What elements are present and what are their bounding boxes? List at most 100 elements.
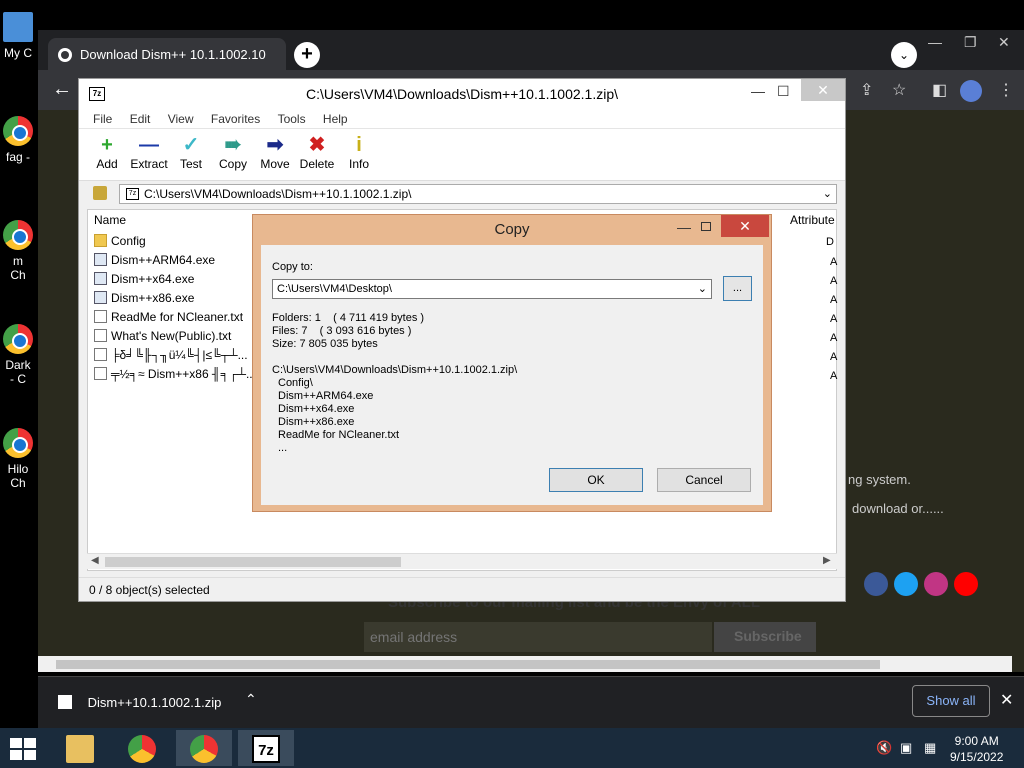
menu-view[interactable]: View (168, 109, 194, 126)
move-icon: ➡ (266, 134, 284, 156)
desktop-icon-chrome-4[interactable]: Hilo Ch (0, 428, 36, 490)
maximize-icon[interactable]: ☐ (777, 83, 790, 100)
test-button[interactable]: ✓ Test (177, 133, 205, 171)
cancel-button[interactable]: Cancel (657, 468, 751, 492)
scroll-right-icon[interactable]: ▶ (823, 555, 831, 566)
copy-button[interactable]: ➠ Copy (217, 133, 249, 171)
more-menu-icon[interactable]: ⋮ (998, 80, 1014, 100)
add-button[interactable]: + Add (93, 133, 121, 171)
desktop-icon-label: My C (4, 46, 32, 60)
close-icon[interactable]: ✕ (1000, 690, 1013, 710)
address-text: C:\Users\VM4\Downloads\Dism++10.1.1002.1… (144, 187, 412, 201)
desktop-icon-my-computer[interactable]: My C (0, 12, 36, 60)
title-bar: 7z C:\Users\VM4\Downloads\Dism++10.1.100… (79, 79, 845, 109)
exe-file-icon (94, 272, 107, 285)
scrollbar-thumb[interactable] (105, 557, 401, 567)
address-field[interactable]: 7z C:\Users\VM4\Downloads\Dism++10.1.100… (119, 184, 837, 204)
scroll-left-icon[interactable]: ◀ (91, 555, 99, 566)
minimize-icon[interactable]: — (677, 219, 691, 235)
file-row[interactable]: What's New(Public).txt (94, 329, 231, 348)
twitter-icon[interactable] (894, 572, 918, 596)
horizontal-scrollbar[interactable] (38, 656, 1012, 672)
close-button[interactable]: ✕ (801, 79, 845, 101)
browse-button[interactable]: ... (723, 276, 752, 301)
volume-icon[interactable]: ▦ (924, 740, 936, 756)
folder-up-icon[interactable] (93, 186, 107, 200)
browser-tab[interactable]: Download Dism++ 10.1.1002.10 (48, 38, 286, 72)
desktop-icon-label: Dark - C (5, 358, 31, 386)
menu-file[interactable]: File (93, 109, 112, 126)
attribute-cell: A (830, 370, 838, 382)
back-arrow-icon[interactable]: ← (52, 78, 72, 101)
network-icon[interactable]: 🔇 (876, 740, 892, 756)
delete-icon: ✖ (308, 134, 326, 156)
file-row[interactable]: ╤½╕≈ Dism++x86 ╢╕┌┴... (94, 367, 256, 386)
move-button[interactable]: ➡ Move (259, 133, 291, 171)
taskbar-file-explorer[interactable] (52, 730, 108, 766)
extract-button[interactable]: — Extract (129, 133, 169, 171)
maximize-icon[interactable] (701, 222, 711, 231)
column-header-attributes[interactable]: Attribute (784, 210, 838, 230)
scrollbar-thumb[interactable] (56, 660, 880, 669)
chevron-down-icon[interactable]: ⌄ (823, 187, 832, 200)
taskbar-7zip[interactable]: 7z (238, 730, 294, 766)
taskbar-chrome-active[interactable] (176, 730, 232, 766)
desktop-icon-chrome-3[interactable]: Dark - C (0, 324, 36, 386)
share-icon[interactable]: ⇪ (860, 80, 873, 100)
file-row[interactable]: ReadMe for NCleaner.txt (94, 310, 243, 329)
delete-button[interactable]: ✖ Delete (299, 133, 335, 171)
menu-favorites[interactable]: Favorites (211, 109, 260, 126)
folders-info: Folders: 1 ( 4 711 419 bytes ) (272, 312, 425, 324)
copy-to-value: C:\Users\VM4\Desktop\ (277, 283, 392, 295)
system-clock[interactable]: 9:00 AM 9/15/2022 (950, 733, 1003, 765)
file-row[interactable]: Dism++x64.exe (94, 272, 194, 291)
file-row[interactable]: Dism++ARM64.exe (94, 253, 215, 272)
show-all-button[interactable]: Show all (912, 685, 990, 717)
button-label: Info (348, 157, 369, 171)
desktop-icon-chrome-1[interactable]: fag - (0, 116, 36, 164)
vertical-scrollbar[interactable] (1012, 110, 1024, 672)
info-button[interactable]: i Info (347, 133, 371, 171)
facebook-icon[interactable] (864, 572, 888, 596)
bookmark-star-icon[interactable]: ☆ (892, 80, 906, 100)
windows-start-icon[interactable] (10, 738, 36, 760)
youtube-icon[interactable] (954, 572, 978, 596)
network-status-icon[interactable]: ▣ (900, 740, 912, 756)
email-input[interactable] (364, 622, 712, 652)
copy-to-combobox[interactable]: C:\Users\VM4\Desktop\ ⌄ (272, 279, 712, 299)
chevron-down-icon: ⌄ (898, 48, 910, 62)
menu-edit[interactable]: Edit (130, 109, 151, 126)
maximize-icon[interactable]: ❐ (964, 34, 977, 51)
desktop-icon-chrome-2[interactable]: m Ch (0, 220, 36, 282)
new-tab-button[interactable]: + (294, 42, 320, 68)
downloads-bar: Dism++10.1.1002.1.zip ⌃ Show all ✕ (38, 676, 1024, 728)
ok-button[interactable]: OK (549, 468, 643, 492)
copy-icon: ➠ (224, 134, 242, 156)
menu-tools[interactable]: Tools (278, 109, 306, 126)
source-item: Dism++ARM64.exe (278, 390, 374, 402)
minimize-icon[interactable]: — (751, 83, 765, 99)
profile-avatar-icon[interactable] (960, 80, 982, 102)
side-panel-icon[interactable]: ◧ (932, 80, 947, 100)
file-row[interactable]: ╞δ╛╚╟┐╖ü¼╚┤|≤╚┬┴... (94, 348, 248, 367)
taskbar-chrome[interactable] (114, 730, 170, 766)
subscribe-button[interactable]: Subscribe (714, 622, 816, 652)
chevron-up-icon[interactable]: ⌃ (245, 691, 257, 708)
horizontal-scrollbar[interactable]: ◀ ▶ (87, 553, 837, 569)
chevron-down-icon[interactable]: ⌄ (698, 282, 707, 295)
tab-search-button[interactable]: ⌄ (891, 42, 917, 68)
chrome-icon (128, 735, 156, 763)
attribute-cell: A (830, 313, 838, 325)
attribute-cell: A (830, 332, 838, 344)
text-file-icon (94, 329, 107, 342)
download-item[interactable]: Dism++10.1.1002.1.zip (58, 695, 221, 710)
exe-file-icon (94, 291, 107, 304)
file-row[interactable]: Config (94, 234, 146, 253)
computer-icon (3, 12, 33, 42)
minimize-icon[interactable]: — (928, 34, 942, 50)
dialog-close-button[interactable]: ✕ (721, 215, 769, 237)
file-row[interactable]: Dism++x86.exe (94, 291, 194, 310)
instagram-icon[interactable] (924, 572, 948, 596)
menu-help[interactable]: Help (323, 109, 348, 126)
close-icon[interactable]: ✕ (998, 34, 1010, 51)
